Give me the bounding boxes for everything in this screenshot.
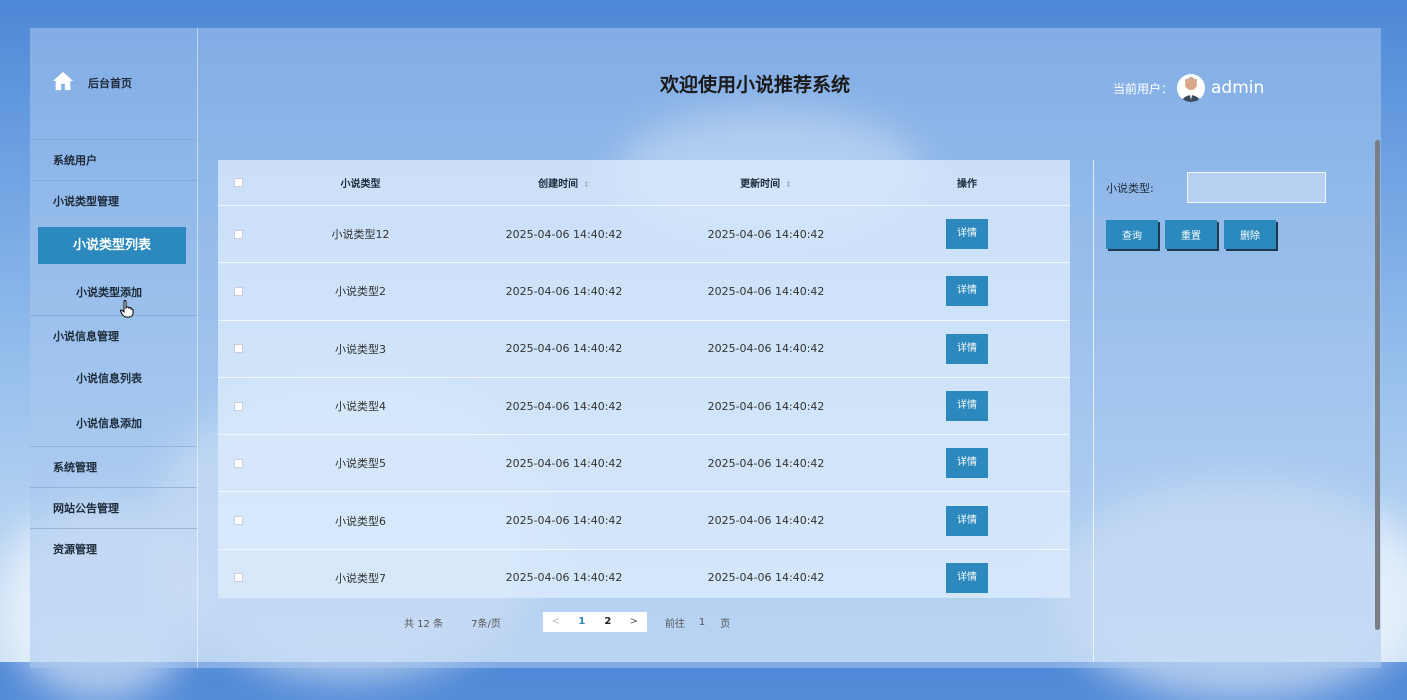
cell-updated: 2025-04-06 14:40:42 [707, 284, 825, 298]
home-icon [52, 70, 74, 95]
detail-button[interactable]: 详情 [946, 276, 988, 307]
cell-type: 小说类型5 [335, 457, 386, 471]
table-row: 小说类型7 2025-04-06 14:40:42 2025-04-06 14:… [218, 550, 1070, 606]
page-unit-label: 页 [720, 618, 731, 630]
next-page-button[interactable]: > [621, 612, 647, 632]
cell-created: 2025-04-06 14:40:42 [505, 227, 623, 241]
avatar[interactable] [1177, 74, 1206, 102]
sidebar-menu: 系统用户 小说类型管理 小说类型列表 小说类型添加 小说信息管理 小说信息列表 … [30, 139, 197, 569]
table-header: 小说类型 创建时间 ⇕ 更新时间 ⇕ 操作 [218, 160, 1070, 206]
cell-created: 2025-04-06 14:40:42 [505, 399, 623, 413]
current-user: 当前用户： admin [1113, 74, 1264, 102]
table-row: 小说类型6 2025-04-06 14:40:42 2025-04-06 14:… [218, 492, 1070, 550]
sidebar-item-announcement-mgmt[interactable]: 网站公告管理 [30, 487, 197, 528]
table-row: 小说类型2 2025-04-06 14:40:42 2025-04-06 14:… [218, 263, 1070, 321]
cell-created: 2025-04-06 14:40:42 [505, 342, 623, 356]
scrollbar[interactable] [1375, 140, 1380, 630]
row-checkbox[interactable] [233, 286, 243, 296]
cell-created: 2025-04-06 14:40:42 [505, 514, 623, 528]
hand-cursor-icon [119, 300, 134, 322]
column-header-type: 小说类型 [340, 179, 381, 190]
sidebar-item-novel-type-add[interactable]: 小说类型添加 [30, 270, 197, 315]
sidebar-item-resource-mgmt[interactable]: 资源管理 [30, 528, 197, 569]
page-button-2[interactable]: 2 [595, 612, 621, 632]
cell-updated: 2025-04-06 14:40:42 [707, 399, 825, 413]
delete-button[interactable]: 删除 [1224, 220, 1276, 249]
novel-type-input[interactable] [1187, 172, 1326, 203]
column-header-action: 操作 [957, 179, 977, 190]
row-checkbox[interactable] [233, 516, 243, 526]
data-table: 小说类型 创建时间 ⇕ 更新时间 ⇕ 操作 小说类型12 2025-04-06 14… [218, 160, 1070, 598]
username: admin [1211, 78, 1265, 98]
column-header-updated[interactable]: 更新时间 ⇕ [665, 175, 867, 190]
prev-page-button[interactable]: < [543, 612, 569, 632]
query-button[interactable]: 查询 [1106, 220, 1158, 249]
cell-created: 2025-04-06 14:40:42 [505, 284, 623, 298]
cell-type: 小说类型6 [335, 514, 386, 528]
sidebar-item-novel-info-add[interactable]: 小说信息添加 [30, 401, 197, 446]
row-checkbox[interactable] [233, 458, 243, 468]
sidebar-item-novel-type-list[interactable]: 小说类型列表 [38, 227, 186, 264]
column-header-created[interactable]: 创建时间 ⇕ [463, 175, 665, 190]
row-checkbox[interactable] [233, 229, 243, 239]
goto-label: 前往 [664, 618, 685, 630]
filter-label: 小说类型: [1106, 182, 1154, 195]
detail-button[interactable]: 详情 [946, 505, 988, 536]
pagination: 共 12 条 7条/页 < 1 2 > 前往 1 页 [404, 612, 730, 632]
pagination-total: 共 12 条 [404, 618, 444, 630]
select-all-checkbox[interactable] [233, 178, 243, 187]
table-row: 小说类型5 2025-04-06 14:40:42 2025-04-06 14:… [218, 435, 1070, 493]
sidebar-item-novel-info-list[interactable]: 小说信息列表 [30, 356, 197, 401]
row-checkbox[interactable] [233, 573, 243, 583]
cell-type: 小说类型12 [331, 228, 390, 242]
filter-divider [1093, 160, 1094, 662]
home-link[interactable]: 后台首页 [52, 70, 132, 95]
cell-created: 2025-04-06 14:40:42 [505, 571, 623, 585]
cell-updated: 2025-04-06 14:40:42 [707, 227, 825, 241]
cell-type: 小说类型2 [335, 285, 386, 299]
table-row: 小说类型12 2025-04-06 14:40:42 2025-04-06 14… [218, 206, 1070, 264]
detail-button[interactable]: 详情 [946, 391, 988, 422]
cell-created: 2025-04-06 14:40:42 [505, 456, 623, 470]
cell-type: 小说类型3 [335, 342, 386, 356]
pager-buttons: < 1 2 > [542, 612, 647, 632]
row-checkbox[interactable] [233, 344, 243, 354]
page-button-1[interactable]: 1 [569, 612, 595, 632]
cell-updated: 2025-04-06 14:40:42 [707, 514, 825, 528]
table-row: 小说类型4 2025-04-06 14:40:42 2025-04-06 14:… [218, 378, 1070, 436]
sidebar-item-system-mgmt[interactable]: 系统管理 [30, 446, 197, 487]
sort-icon[interactable]: ⇕ [785, 180, 792, 189]
user-label: 当前用户： [1113, 81, 1174, 96]
sidebar-item-system-users[interactable]: 系统用户 [30, 139, 197, 180]
sidebar-item-novel-type-mgmt[interactable]: 小说类型管理 [30, 180, 197, 221]
cell-updated: 2025-04-06 14:40:42 [707, 456, 825, 470]
reset-button[interactable]: 重置 [1165, 220, 1217, 249]
row-checkbox[interactable] [233, 401, 243, 411]
detail-button[interactable]: 详情 [946, 219, 988, 250]
sidebar: 后台首页 系统用户 小说类型管理 小说类型列表 小说类型添加 小说信息管理 小说… [30, 28, 198, 668]
cell-type: 小说类型4 [335, 400, 386, 414]
detail-button[interactable]: 详情 [946, 448, 988, 479]
home-label: 后台首页 [88, 76, 132, 90]
table-row: 小说类型3 2025-04-06 14:40:42 2025-04-06 14:… [218, 321, 1070, 378]
cell-type: 小说类型7 [335, 571, 386, 585]
detail-button[interactable]: 详情 [946, 562, 988, 593]
sidebar-item-novel-info-mgmt[interactable]: 小说信息管理 [30, 315, 197, 356]
page-size-select[interactable]: 7条/页 [471, 615, 501, 630]
goto-input[interactable]: 1 [699, 617, 705, 628]
detail-button[interactable]: 详情 [946, 333, 988, 364]
cell-updated: 2025-04-06 14:40:42 [707, 571, 825, 585]
page-title: 欢迎使用小说推荐系统 [659, 74, 850, 96]
sort-icon[interactable]: ⇕ [583, 180, 590, 189]
cell-updated: 2025-04-06 14:40:42 [707, 342, 825, 356]
